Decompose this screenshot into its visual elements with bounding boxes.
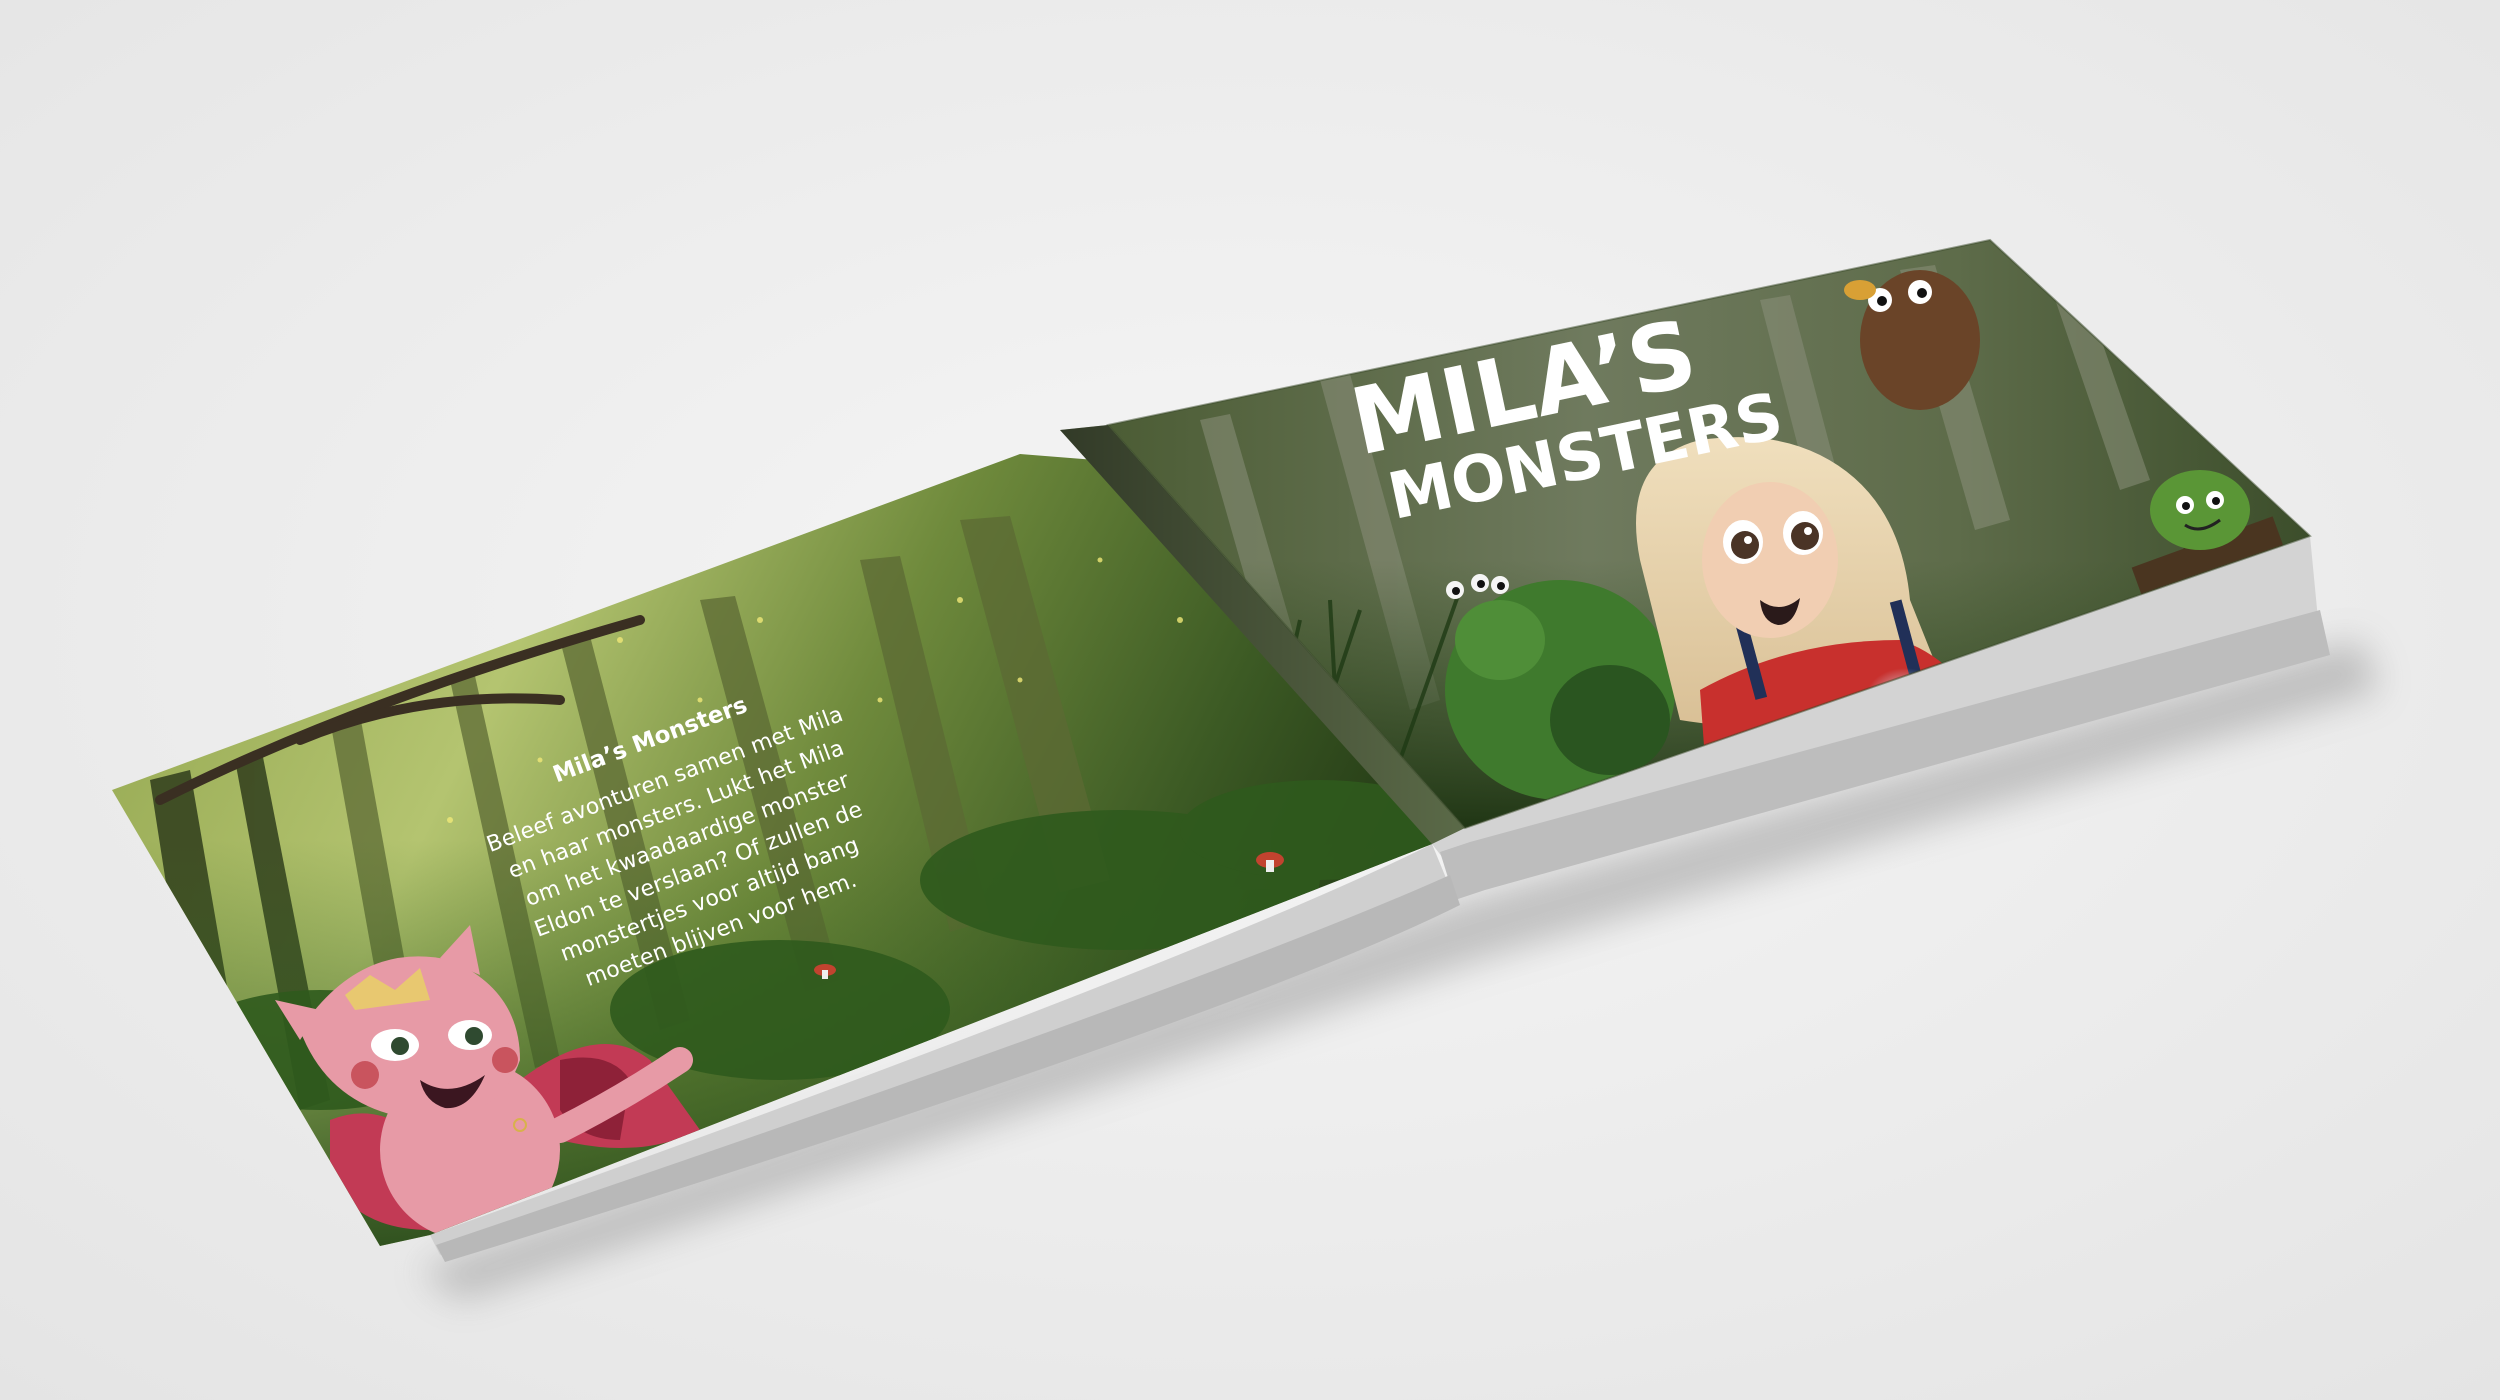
book-mockup-scene: Mila’s Monsters Beleef avonturen samen m…: [0, 0, 2500, 1400]
